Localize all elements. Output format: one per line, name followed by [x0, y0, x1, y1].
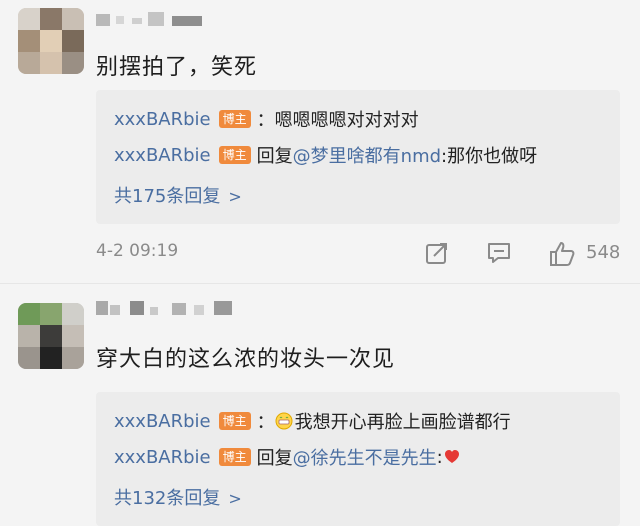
- thumbs-up-icon[interactable]: [548, 240, 576, 268]
- comment-text: 穿大白的这么浓的妆头一次见: [96, 347, 396, 372]
- username-blurred[interactable]: [96, 6, 206, 32]
- reply-prefix: 回复: [256, 448, 293, 469]
- reply-item[interactable]: xxxBARbie 博主 ：嗯嗯嗯嗯对对对对: [114, 106, 419, 132]
- comment-text: 别摆拍了，笑死: [96, 55, 258, 80]
- reply-text: 我想开心再脸上画脸谱都行: [294, 412, 511, 433]
- username-blurred[interactable]: [96, 295, 236, 321]
- reply-username[interactable]: xxxBARbie: [114, 447, 211, 468]
- more-replies-label[interactable]: 共132条回复: [114, 488, 220, 509]
- reply-text: ：嗯嗯嗯嗯对对对对: [256, 110, 419, 131]
- colon: ：: [256, 412, 275, 433]
- share-icon[interactable]: [424, 240, 450, 266]
- comment-item: 穿大白的这么浓的妆头一次见 xxxBARbie 博主 ： 我想开心再脸上画脸谱都…: [0, 283, 640, 526]
- reply-username[interactable]: xxxBARbie: [114, 411, 211, 432]
- reply-box[interactable]: xxxBARbie 博主 ：嗯嗯嗯嗯对对对对 xxxBARbie 博主 回复 @…: [96, 90, 620, 224]
- action-bar: 548: [0, 236, 640, 272]
- grin-emoji: [275, 412, 293, 430]
- reply-box[interactable]: xxxBARbie 博主 ： 我想开心再脸上画脸谱都行 xxxBARbie 博主…: [96, 392, 620, 526]
- comment-item: 别摆拍了，笑死 xxxBARbie 博主 ：嗯嗯嗯嗯对对对对 xxxBARbie…: [0, 0, 640, 283]
- avatar[interactable]: [18, 303, 84, 369]
- blogger-badge: 博主: [218, 448, 251, 466]
- blogger-badge: 博主: [218, 146, 251, 164]
- more-replies-label[interactable]: 共175条回复: [114, 186, 220, 207]
- blogger-badge: 博主: [218, 412, 251, 430]
- reply-text: :那你也做呀: [441, 146, 538, 167]
- reply-item[interactable]: xxxBARbie 博主 回复 @梦里啥都有nmd :那你也做呀: [114, 142, 537, 168]
- avatar[interactable]: [18, 8, 84, 74]
- comment-icon[interactable]: [486, 240, 512, 266]
- reply-item[interactable]: xxxBARbie 博主 ： 我想开心再脸上画脸谱都行: [114, 408, 511, 434]
- reply-item[interactable]: xxxBARbie 博主 回复 @徐先生不是先生 :: [114, 444, 463, 470]
- reply-username[interactable]: xxxBARbie: [114, 109, 211, 130]
- more-replies-link[interactable]: 共132条回复 >: [114, 484, 242, 510]
- chevron-right-icon: >: [228, 187, 242, 206]
- more-replies-link[interactable]: 共175条回复 >: [114, 182, 242, 208]
- reply-prefix: 回复: [256, 146, 293, 167]
- blogger-badge: 博主: [218, 110, 251, 128]
- like-count: 548: [586, 242, 621, 263]
- heart-emoji: [444, 450, 459, 463]
- mention-link[interactable]: @徐先生不是先生: [293, 444, 437, 470]
- reply-username[interactable]: xxxBARbie: [114, 145, 211, 166]
- mention-link[interactable]: @梦里啥都有nmd: [293, 142, 441, 168]
- chevron-right-icon: >: [228, 489, 242, 508]
